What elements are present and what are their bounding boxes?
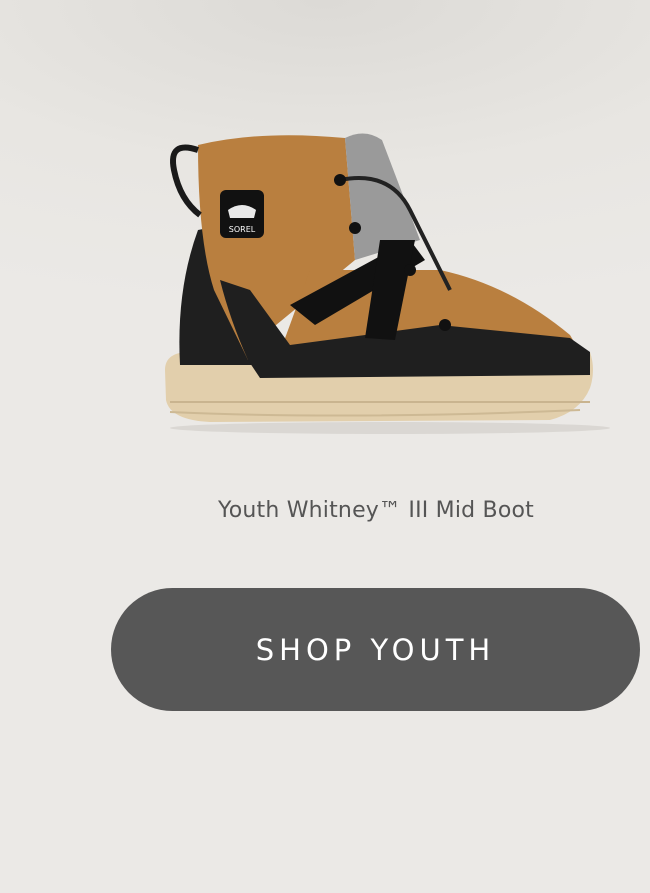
product-title: Youth Whitney™ III Mid Boot	[218, 498, 534, 523]
shop-youth-button[interactable]: SHOP YOUTH	[111, 588, 640, 711]
boot-image[interactable]: SOREL	[150, 120, 610, 440]
promo-card: SOREL Youth Whitney™ III Mid Boot SHOP Y…	[0, 0, 650, 893]
badge-text: SOREL	[229, 225, 256, 234]
